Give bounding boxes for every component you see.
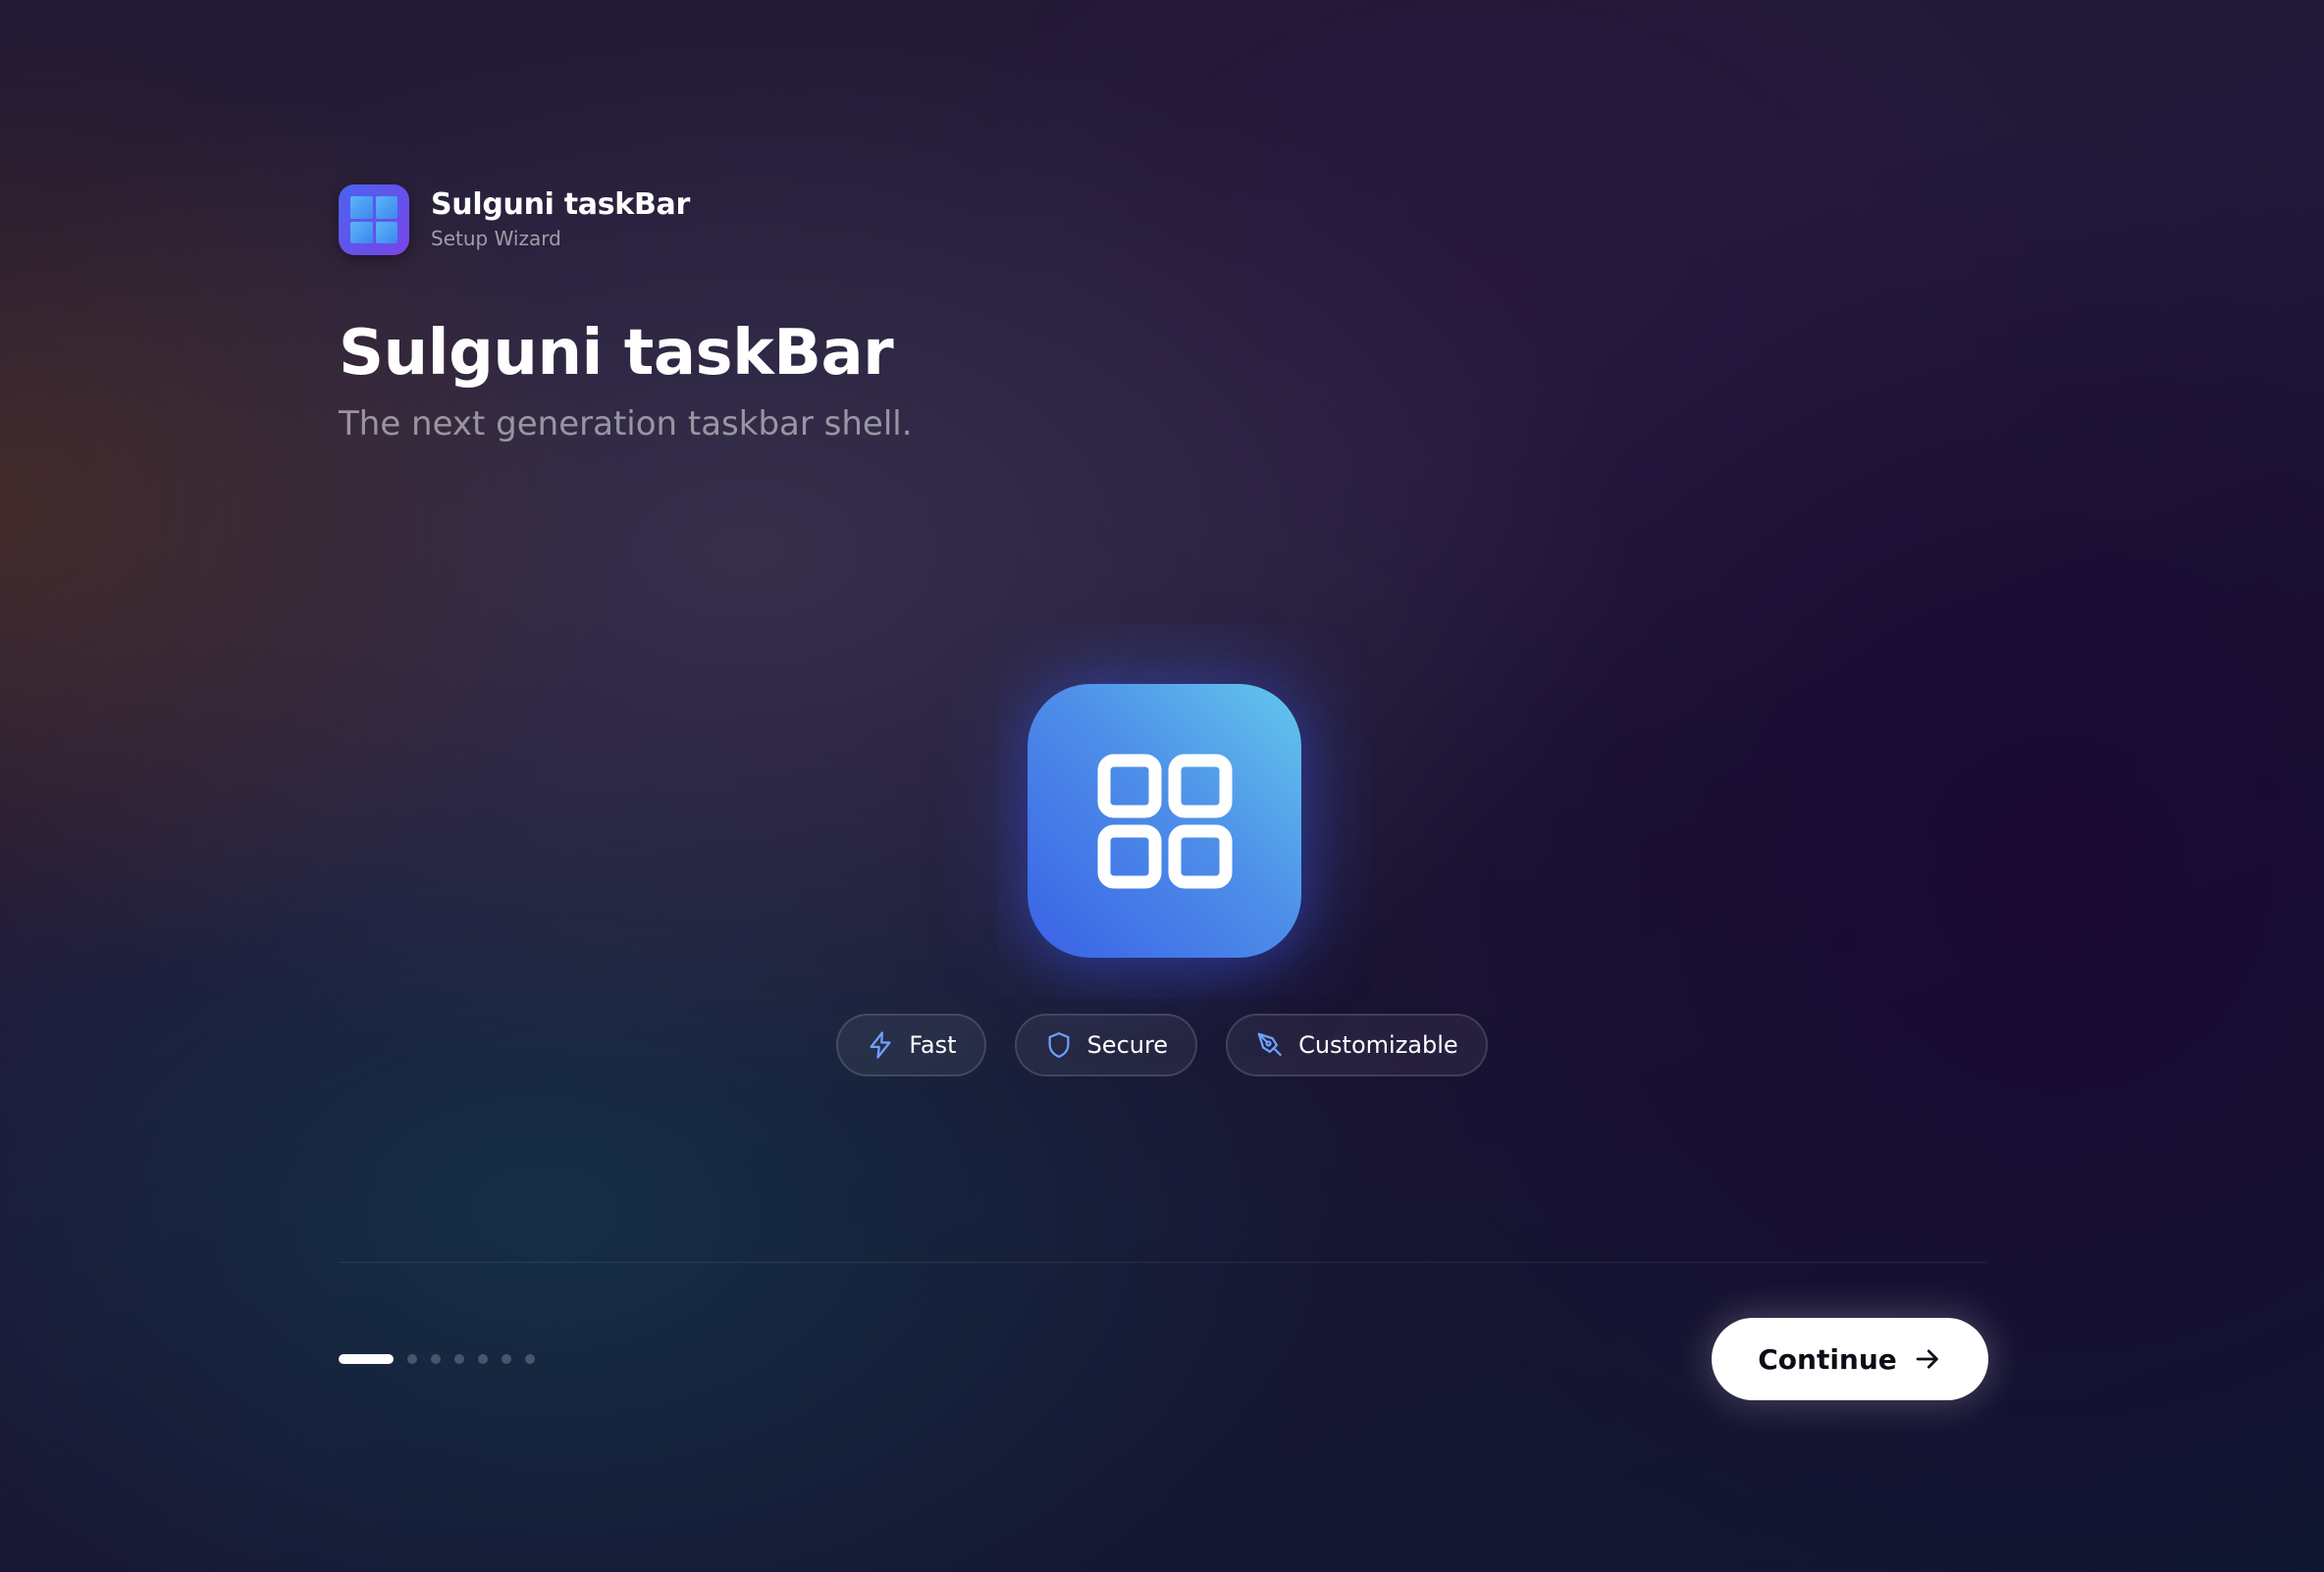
step-dot <box>478 1354 488 1364</box>
step-dot <box>454 1354 464 1364</box>
footer-divider <box>339 1262 1987 1263</box>
feature-label: Customizable <box>1298 1031 1458 1059</box>
step-progress-indicator <box>339 1354 535 1364</box>
feature-pill-fast: Fast <box>836 1014 986 1076</box>
brand-text: Sulguni taskBar Setup Wizard <box>431 187 690 252</box>
brand-subtitle: Setup Wizard <box>431 227 561 250</box>
app-icon <box>1028 684 1301 958</box>
feature-pill-secure: Secure <box>1014 1014 1198 1076</box>
windows-grid-icon <box>350 196 397 243</box>
step-dot <box>407 1354 417 1364</box>
arrow-right-icon <box>1916 1349 1938 1369</box>
page-subtitle: The next generation taskbar shell. <box>339 404 913 444</box>
feature-pills: Fast Secure Customizable <box>0 1014 2324 1076</box>
step-dot <box>525 1354 535 1364</box>
brand-logo <box>339 184 409 255</box>
step-dot <box>431 1354 441 1364</box>
feature-label: Secure <box>1086 1031 1169 1059</box>
feature-pill-customizable: Customizable <box>1226 1014 1488 1076</box>
pen-icon <box>1257 1032 1282 1057</box>
lightning-icon <box>870 1031 891 1059</box>
continue-button[interactable]: Continue <box>1712 1318 1988 1400</box>
continue-label: Continue <box>1758 1342 1897 1376</box>
page-title: Sulguni taskBar <box>339 317 894 390</box>
four-squares-grid-icon <box>1097 754 1232 888</box>
step-dot <box>502 1354 511 1364</box>
step-dot-active <box>339 1354 394 1364</box>
brand-name: Sulguni taskBar <box>431 187 690 222</box>
feature-label: Fast <box>909 1031 957 1059</box>
brand-header: Sulguni taskBar Setup Wizard <box>339 184 690 255</box>
shield-icon <box>1048 1032 1070 1058</box>
